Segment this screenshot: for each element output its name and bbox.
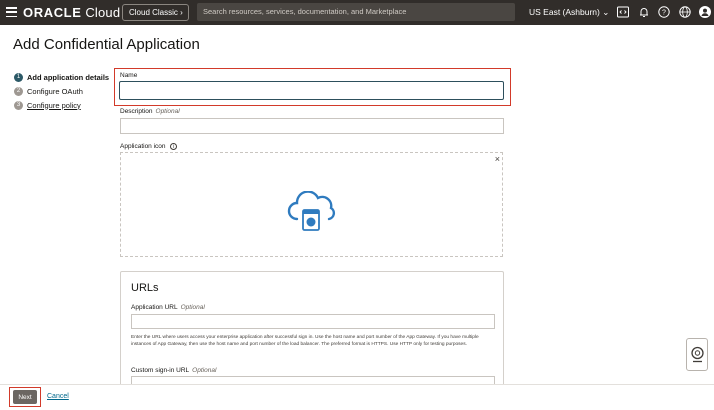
search-placeholder: Search resources, services, documentatio… — [203, 7, 407, 16]
application-url-input[interactable] — [131, 314, 495, 329]
profile-icon[interactable] — [698, 5, 712, 19]
help-widget[interactable] — [686, 338, 708, 371]
optional-tag: Optional — [180, 304, 205, 311]
step-configure-oauth[interactable]: 2 Configure OAuth — [14, 85, 109, 97]
region-label: US East (Ashburn) — [529, 7, 600, 17]
bell-icon[interactable] — [637, 5, 651, 19]
description-label: Description Optional — [120, 108, 180, 115]
application-icon-label-text: Application icon — [120, 143, 166, 150]
application-icon-label: Application icon i — [120, 143, 178, 150]
cancel-link[interactable]: Cancel — [47, 393, 69, 400]
menu-icon[interactable] — [6, 7, 17, 18]
application-url-label-text: Application URL — [131, 304, 178, 311]
wizard-steps: 1 Add application details 2 Configure OA… — [14, 71, 109, 113]
application-url-help-text: Enter the URL where users access your en… — [131, 335, 479, 347]
description-input[interactable] — [120, 118, 504, 134]
custom-signin-url-label-text: Custom sign-in URL — [131, 367, 190, 374]
application-icon-dropzone[interactable]: × — [120, 152, 503, 257]
step-number: 3 — [14, 100, 23, 110]
code-editor-icon[interactable] — [616, 5, 630, 19]
chevron-right-icon: › — [180, 8, 183, 17]
cloud-classic-button[interactable]: Cloud Classic › — [122, 4, 189, 21]
step-label: Configure OAuth — [27, 86, 83, 96]
step-label: Configure policy — [27, 100, 81, 110]
info-icon[interactable]: i — [170, 143, 178, 150]
step-number: 2 — [14, 86, 23, 96]
global-search-input[interactable]: Search resources, services, documentatio… — [197, 3, 515, 21]
svg-text:?: ? — [662, 10, 666, 17]
custom-signin-url-label: Custom sign-in URL Optional — [131, 367, 216, 374]
name-input[interactable] — [119, 81, 504, 100]
page-title: Add Confidential Application — [13, 36, 200, 53]
oracle-cloud-logo[interactable]: ORACLE Cloud — [23, 5, 120, 20]
close-icon[interactable]: × — [495, 154, 500, 164]
urls-section-title: URLs — [131, 282, 159, 294]
top-navigation-bar: ORACLE Cloud Cloud Classic › Search reso… — [0, 0, 714, 25]
chevron-down-icon: ⌄ — [602, 7, 610, 17]
globe-icon[interactable] — [678, 5, 692, 19]
region-selector[interactable]: US East (Ashburn) ⌄ — [529, 7, 609, 18]
step-configure-policy[interactable]: 3 Configure policy — [14, 99, 109, 111]
next-button[interactable]: Next — [13, 390, 37, 404]
optional-tag: Optional — [192, 367, 217, 374]
lifebuoy-icon — [691, 346, 704, 363]
description-label-text: Description — [120, 108, 153, 115]
optional-tag: Optional — [155, 108, 180, 115]
step-number: 1 — [14, 72, 23, 82]
brand-name: ORACLE — [23, 5, 82, 20]
application-url-label: Application URL Optional — [131, 304, 205, 311]
step-label: Add application details — [27, 72, 110, 82]
product-name: Cloud — [85, 5, 121, 20]
footer-bar — [0, 384, 714, 410]
cloud-app-icon — [287, 191, 336, 231]
help-icon[interactable]: ? — [657, 5, 671, 19]
step-add-application-details[interactable]: 1 Add application details — [14, 71, 109, 83]
cloud-classic-label: Cloud Classic — [129, 8, 178, 17]
name-label: Name — [120, 72, 138, 79]
